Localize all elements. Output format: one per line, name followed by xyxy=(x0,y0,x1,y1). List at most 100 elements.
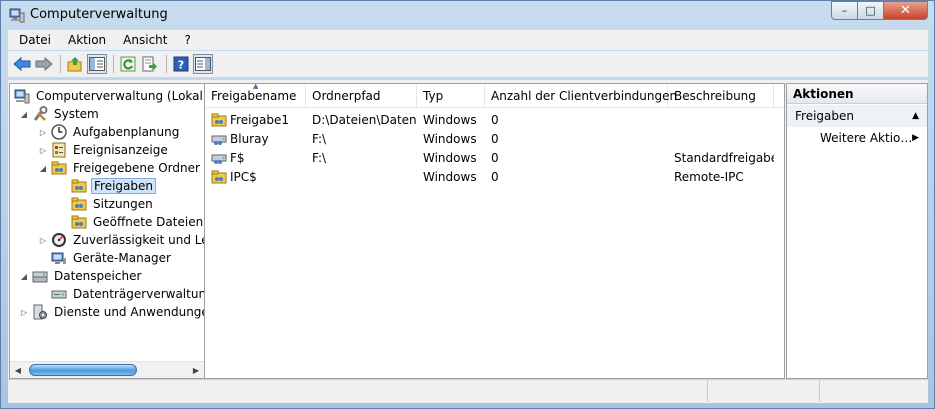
title-bar[interactable]: Computerverwaltung – □ ✕ xyxy=(1,1,934,29)
tree-item-datentraegerverwaltung[interactable]: Datenträgerverwaltung xyxy=(51,285,205,303)
column-header-freigabename[interactable]: ▲ Freigabename xyxy=(205,84,306,108)
forward-button[interactable] xyxy=(34,54,54,74)
table-row[interactable]: IPC$ Windows 0 Remote-IPC xyxy=(205,167,784,186)
tree-item-label: Datenträgerverwaltung xyxy=(73,287,205,301)
status-bar xyxy=(8,379,928,403)
tree-item-aufgabenplanung[interactable]: ▷ Aufgabenplanung xyxy=(39,123,181,141)
tree-item-label: Geräte-Manager xyxy=(73,251,171,265)
cell-connections: 0 xyxy=(491,131,499,146)
back-button[interactable] xyxy=(12,54,32,74)
app-window: Computerverwaltung – □ ✕ Datei Aktion An… xyxy=(0,0,935,409)
refresh-button[interactable] xyxy=(118,54,138,74)
back-arrow-icon xyxy=(13,57,31,71)
column-header-beschreibung[interactable]: Beschreibung xyxy=(668,84,774,108)
cell-type: Windows xyxy=(423,150,477,165)
column-header-anzahl[interactable]: Anzahl der Clientverbindungen xyxy=(485,84,677,108)
cell-name: F$ xyxy=(205,151,306,165)
show-hide-tree-button[interactable] xyxy=(87,54,107,74)
cell-type: Windows xyxy=(423,131,477,146)
minimize-button[interactable]: – xyxy=(831,1,858,20)
tree-item-ereignisanzeige[interactable]: ▷ Ereignisanzeige xyxy=(39,141,170,159)
shared-folder-icon xyxy=(211,113,227,126)
cell-path: F:\ xyxy=(312,131,327,146)
tree-item-label: Geöffnete Dateien xyxy=(93,215,204,229)
expand-arrow-icon[interactable]: ▷ xyxy=(39,145,47,155)
column-header-ordnerpfad[interactable]: Ordnerpfad xyxy=(306,84,417,108)
status-segment xyxy=(820,380,928,402)
tree-item-zuverlaessigkeit[interactable]: ▷ Zuverlässigkeit und Leis xyxy=(39,231,205,249)
column-label: Typ xyxy=(423,89,444,103)
clock-icon xyxy=(51,124,67,140)
table-row[interactable]: Bluray F:\ Windows 0 xyxy=(205,129,784,148)
actions-section-freigaben[interactable]: Freigaben ▲ xyxy=(787,105,927,127)
status-segment xyxy=(8,380,708,402)
collapse-caret-icon[interactable]: ▲ xyxy=(912,111,919,121)
tree-item-freigaben[interactable]: Freigaben xyxy=(71,177,156,195)
collapse-arrow-icon[interactable]: ◢ xyxy=(20,271,28,281)
tree-item-label: Zuverlässigkeit und Leis xyxy=(73,233,205,247)
shared-drive-icon xyxy=(211,135,227,145)
submenu-arrow-icon: ▶ xyxy=(912,133,919,143)
collapse-arrow-icon[interactable]: ◢ xyxy=(20,109,28,119)
show-hide-action-pane-icon xyxy=(195,57,211,71)
tree-item-geraete-manager[interactable]: Geräte-Manager xyxy=(51,249,173,267)
tree-item-computerverwaltung[interactable]: Computerverwaltung (Lokal) xyxy=(14,87,205,105)
close-button[interactable]: ✕ xyxy=(884,1,928,20)
tree-item-system[interactable]: ◢ System xyxy=(20,105,101,123)
tree-item-datenspeicher[interactable]: ◢ Datenspeicher xyxy=(20,267,143,285)
expand-arrow-icon[interactable]: ▷ xyxy=(39,235,47,245)
column-label: Beschreibung xyxy=(674,89,756,103)
export-list-icon xyxy=(142,56,157,72)
tree-horizontal-scrollbar[interactable]: ◀ ▶ xyxy=(10,361,204,378)
tree-item-geoeffnete-dateien[interactable]: Geöffnete Dateien xyxy=(71,213,204,231)
shared-folder-icon xyxy=(211,170,227,183)
console-tree: Computerverwaltung (Lokal) ◢ System ▷ Au… xyxy=(9,83,205,379)
cell-path: D:\Dateien\Daten xyxy=(312,112,417,127)
tree-item-sitzungen[interactable]: Sitzungen xyxy=(71,195,155,213)
menu-datei[interactable]: Datei xyxy=(19,33,51,47)
expand-arrow-icon[interactable]: ▷ xyxy=(39,127,47,137)
collapse-arrow-icon[interactable]: ◢ xyxy=(39,163,47,173)
tools-icon xyxy=(33,106,48,121)
toolbar-separator xyxy=(166,55,167,73)
show-hide-action-pane-button[interactable] xyxy=(193,54,213,74)
column-header-typ[interactable]: Typ xyxy=(417,84,485,108)
export-list-button[interactable] xyxy=(140,54,160,74)
cell-type: Windows xyxy=(423,169,477,184)
column-label: Anzahl der Clientverbindungen xyxy=(491,89,678,103)
scrollbar-thumb[interactable] xyxy=(29,364,137,376)
disk-management-icon xyxy=(51,290,67,299)
shared-folder-icon xyxy=(71,215,87,229)
list-header: ▲ Freigabename Ordnerpfad Typ Anzahl der… xyxy=(205,84,784,108)
cell-description: Standardfreigabe xyxy=(674,150,774,165)
menu-help[interactable]: ? xyxy=(184,33,190,47)
scroll-right-icon[interactable]: ▶ xyxy=(188,362,204,378)
table-row[interactable]: F$ F:\ Windows 0 Standardfreigabe xyxy=(205,148,784,167)
tree-item-label: Ereignisanzeige xyxy=(73,143,168,157)
help-button[interactable]: ? xyxy=(171,54,191,74)
main-content: Computerverwaltung (Lokal) ◢ System ▷ Au… xyxy=(8,80,928,379)
tree-item-freigegebene-ordner[interactable]: ◢ Freigegebene Ordner xyxy=(39,159,202,177)
menu-ansicht[interactable]: Ansicht xyxy=(123,33,167,47)
tree-item-dienste[interactable]: ▷ Dienste und Anwendungen xyxy=(20,303,204,321)
cell-connections: 0 xyxy=(491,150,499,165)
toolbar-separator xyxy=(113,55,114,73)
device-manager-icon xyxy=(51,252,66,264)
tree-item-label: Computerverwaltung (Lokal) xyxy=(36,89,205,103)
column-label: Freigabename xyxy=(211,89,297,103)
menu-aktion[interactable]: Aktion xyxy=(68,33,106,47)
cell-type: Windows xyxy=(423,112,477,127)
forward-arrow-icon xyxy=(35,57,53,71)
up-folder-icon xyxy=(67,57,82,72)
cell-path: F:\ xyxy=(312,150,327,165)
table-row[interactable]: Freigabe1 D:\Dateien\Daten Windows 0 xyxy=(205,110,784,129)
up-button[interactable] xyxy=(65,54,85,74)
more-actions-item[interactable]: Weitere Aktio… ▶ xyxy=(787,127,927,149)
tree-item-label: Datenspeicher xyxy=(54,269,142,283)
scroll-left-icon[interactable]: ◀ xyxy=(10,362,26,378)
expand-arrow-icon[interactable]: ▷ xyxy=(20,307,28,317)
maximize-button[interactable]: □ xyxy=(858,1,884,20)
menu-bar: Datei Aktion Ansicht ? xyxy=(8,30,928,50)
help-icon: ? xyxy=(173,56,189,72)
event-viewer-icon xyxy=(52,142,66,158)
